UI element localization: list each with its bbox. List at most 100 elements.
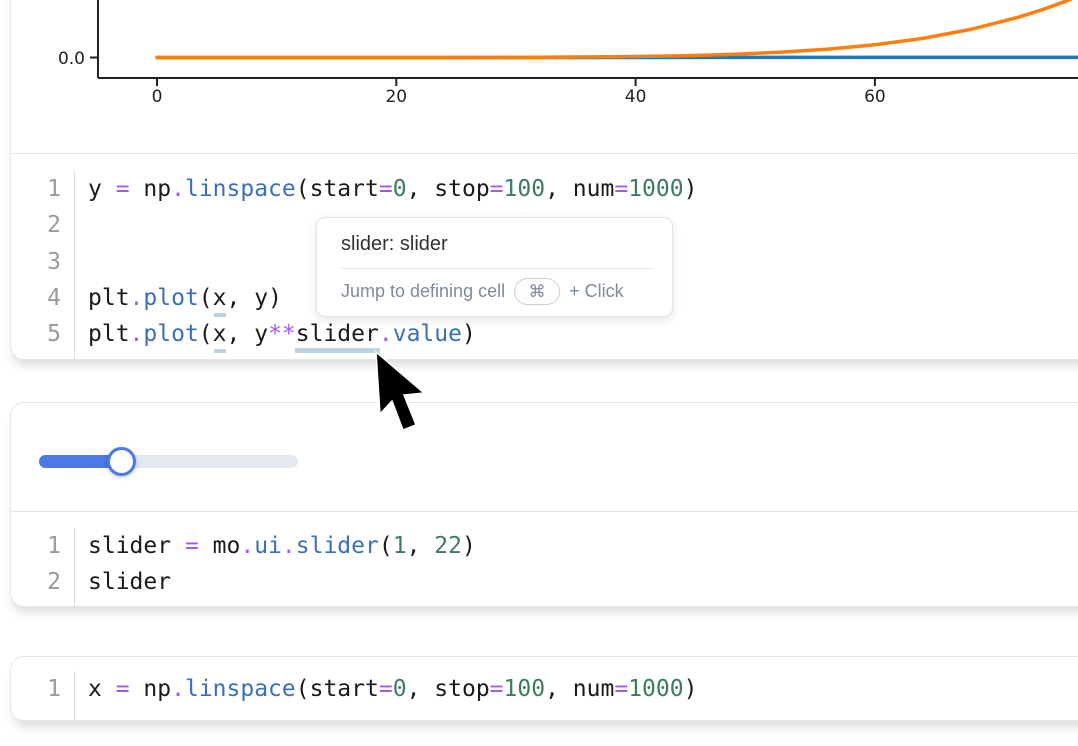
code-token: 1 — [393, 533, 407, 559]
x-tick-label: 40 — [625, 87, 647, 107]
code-token: stop — [434, 676, 489, 702]
line-number: 4 — [11, 280, 61, 316]
series-line — [157, 0, 1078, 58]
code-token: , — [545, 676, 573, 702]
line-number: 2 — [11, 564, 61, 600]
code-lines[interactable]: x = np.linspace(start=0, stop=100, num=1… — [75, 671, 697, 720]
code-token: = — [185, 533, 199, 559]
code-line[interactable]: y = np.linspace(start=0, stop=100, num=1… — [88, 171, 697, 207]
code-token: slider — [296, 533, 379, 559]
code-token: ) — [462, 321, 476, 347]
code-token: = — [614, 676, 628, 702]
code-editor[interactable]: 1x = np.linspace(start=0, stop=100, num=… — [11, 657, 1078, 720]
code-token: ( — [199, 285, 213, 311]
code-line[interactable]: slider = mo.ui.slider(1, 22) — [88, 528, 476, 564]
code-token: start — [310, 176, 379, 202]
code-token: = — [379, 676, 393, 702]
line-number-gutter: 12 — [11, 528, 75, 606]
code-token: np — [130, 676, 172, 702]
tooltip-variable-label: slider: slider — [317, 218, 672, 268]
code-token: x — [88, 676, 116, 702]
line-number: 2 — [11, 207, 61, 243]
code-token: ) — [684, 676, 698, 702]
line-number-gutter: 1 — [11, 671, 75, 720]
code-token: ** — [268, 321, 296, 347]
code-token: 0 — [393, 676, 407, 702]
code-token: 1000 — [628, 676, 683, 702]
code-token: ( — [296, 676, 310, 702]
code-token: = — [614, 176, 628, 202]
line-number: 1 — [11, 528, 61, 564]
variable-reference[interactable]: x — [213, 321, 227, 347]
line-number-gutter: 12345 — [11, 171, 75, 359]
line-number: 5 — [11, 316, 61, 352]
notebook-cell-slider: 12slider = mo.ui.slider(1, 22)slider — [10, 402, 1078, 607]
code-token: 0 — [393, 176, 407, 202]
code-token: plot — [143, 321, 198, 347]
code-token: value — [393, 321, 462, 347]
code-token: . — [282, 533, 296, 559]
code-token: y — [88, 176, 116, 202]
code-line[interactable]: slider — [88, 564, 476, 600]
code-token: = — [379, 176, 393, 202]
code-line[interactable]: x = np.linspace(start=0, stop=100, num=1… — [88, 671, 697, 707]
code-token: . — [130, 285, 144, 311]
line-number: 1 — [11, 671, 61, 707]
x-tick-label: 60 — [864, 87, 886, 107]
code-line[interactable]: plt.plot(x, y**slider.value) — [88, 316, 697, 352]
code-token: ( — [379, 533, 393, 559]
code-token: 100 — [504, 676, 546, 702]
code-token: ( — [296, 176, 310, 202]
mouse-cursor-icon — [374, 350, 430, 438]
code-lines[interactable]: slider = mo.ui.slider(1, 22)slider — [75, 528, 476, 606]
code-token: = — [116, 676, 130, 702]
code-token: 1000 — [628, 176, 683, 202]
code-token: = — [490, 176, 504, 202]
code-token: . — [171, 176, 185, 202]
code-token: plot — [143, 285, 198, 311]
code-token: . — [171, 676, 185, 702]
line-chart: 0.0 0 20 40 60 — [11, 0, 1078, 153]
code-token: start — [310, 676, 379, 702]
axis-spines — [98, 0, 1078, 78]
matplotlib-output: 0.0 0 20 40 60 — [11, 0, 1078, 153]
notebook-cell-x: 1x = np.linspace(start=0, stop=100, num=… — [10, 656, 1078, 721]
code-token: plt — [88, 285, 130, 311]
code-token: plt — [88, 321, 130, 347]
line-number: 3 — [11, 244, 61, 280]
code-token: , — [545, 176, 573, 202]
code-token: , — [407, 676, 435, 702]
code-token: 22 — [434, 533, 462, 559]
slider-widget[interactable] — [39, 447, 298, 476]
code-token: linspace — [185, 176, 296, 202]
variable-reference[interactable]: x — [213, 285, 227, 311]
variable-reference[interactable]: slider — [296, 321, 379, 347]
variable-tooltip: slider: slider Jump to defining cell ⌘ +… — [316, 217, 673, 317]
code-token: = — [116, 176, 130, 202]
code-token: . — [379, 321, 393, 347]
code-token: linspace — [185, 676, 296, 702]
code-token: , — [407, 176, 435, 202]
code-token: . — [240, 533, 254, 559]
code-token: ( — [199, 321, 213, 347]
code-token: np — [130, 176, 172, 202]
code-token: . — [130, 321, 144, 347]
code-token: num — [573, 176, 615, 202]
line-number: 1 — [11, 171, 61, 207]
code-token: slider — [88, 569, 171, 595]
slider-track[interactable] — [39, 455, 298, 468]
code-token: num — [573, 676, 615, 702]
x-tick-label: 20 — [385, 87, 407, 107]
code-token: ) — [462, 533, 476, 559]
code-token: ui — [254, 533, 282, 559]
slider-thumb[interactable] — [107, 447, 136, 476]
y-tick-label: 0.0 — [58, 49, 85, 69]
click-hint-label: + Click — [569, 281, 624, 302]
code-token: stop — [434, 176, 489, 202]
code-token: = — [490, 676, 504, 702]
x-tick-label: 0 — [152, 87, 163, 107]
code-token: mo — [199, 533, 241, 559]
code-token: , y — [227, 321, 269, 347]
jump-to-defining-cell-action[interactable]: Jump to defining cell ⌘ + Click — [317, 269, 672, 316]
code-editor[interactable]: 12slider = mo.ui.slider(1, 22)slider — [11, 511, 1078, 606]
